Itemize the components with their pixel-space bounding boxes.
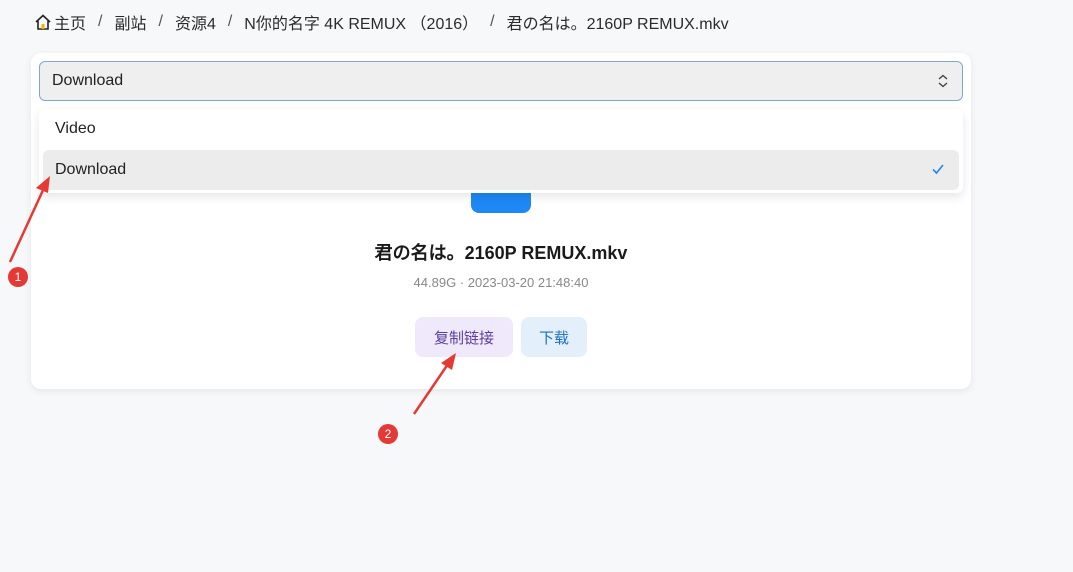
breadcrumb-separator: / [158, 13, 163, 30]
annotation-marker-1: 1 [8, 267, 28, 287]
copy-link-button[interactable]: 复制链接 [415, 317, 513, 357]
breadcrumb-separator: / [98, 13, 103, 30]
mode-select-value: Download [52, 72, 124, 89]
option-download-label: Download [55, 161, 127, 178]
breadcrumb-separator: / [227, 13, 233, 30]
option-video[interactable]: Video [43, 109, 959, 149]
chevron-updown-icon [938, 74, 948, 88]
download-button[interactable]: 下载 [521, 317, 587, 357]
file-card: Download Video Download 君の名は。2160P REMUX… [31, 53, 971, 389]
option-video-label: Video [55, 120, 96, 137]
option-download[interactable]: Download [43, 150, 959, 190]
mode-select[interactable]: Download [39, 61, 963, 101]
annotation-marker-2: 2 [378, 424, 398, 444]
mode-dropdown: Video Download [39, 109, 963, 193]
breadcrumb-current: 君の名は。2160P REMUX.mkv [506, 16, 729, 33]
file-title: 君の名は。2160P REMUX.mkv [374, 243, 628, 263]
breadcrumb-folder[interactable]: N你的名字 4K REMUX （2016） [244, 10, 478, 34]
breadcrumb-separator: / [490, 13, 495, 30]
breadcrumb-home[interactable]: 主页 [54, 10, 86, 34]
check-icon [932, 164, 944, 175]
breadcrumb: 主页 / 副站 / 资源4 / N你的名字 4K REMUX （2016） / … [34, 10, 729, 34]
breadcrumb-resource4[interactable]: 资源4 [175, 10, 216, 34]
home-icon [35, 14, 51, 30]
breadcrumb-substation[interactable]: 副站 [114, 10, 146, 34]
file-meta: 44.89G · 2023-03-20 21:48:40 [413, 275, 589, 290]
